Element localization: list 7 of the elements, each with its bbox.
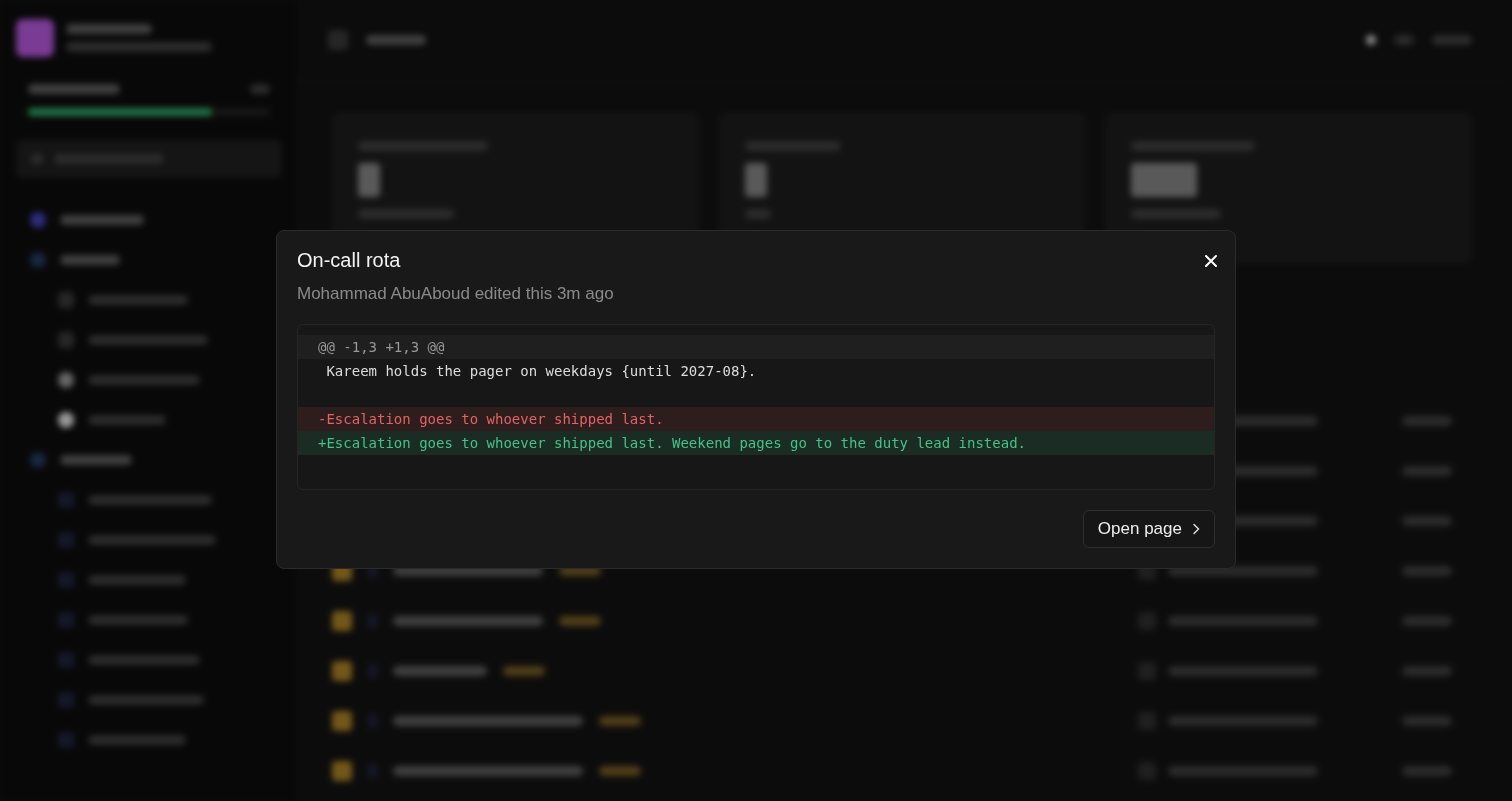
diff-hunk-header: @@ -1,3 +1,3 @@ bbox=[298, 335, 1214, 359]
dialog-title: On-call rota bbox=[297, 249, 401, 272]
open-page-button[interactable]: Open page bbox=[1082, 510, 1215, 548]
close-icon bbox=[1205, 254, 1217, 267]
diff-line: Kareem holds the pager on weekdays {until 2027-08}. bbox=[325, 362, 758, 381]
dialog-subtitle: Mohammad AbuAboud edited this 3m ago bbox=[297, 284, 615, 304]
chevron-right-icon bbox=[1192, 523, 1200, 535]
